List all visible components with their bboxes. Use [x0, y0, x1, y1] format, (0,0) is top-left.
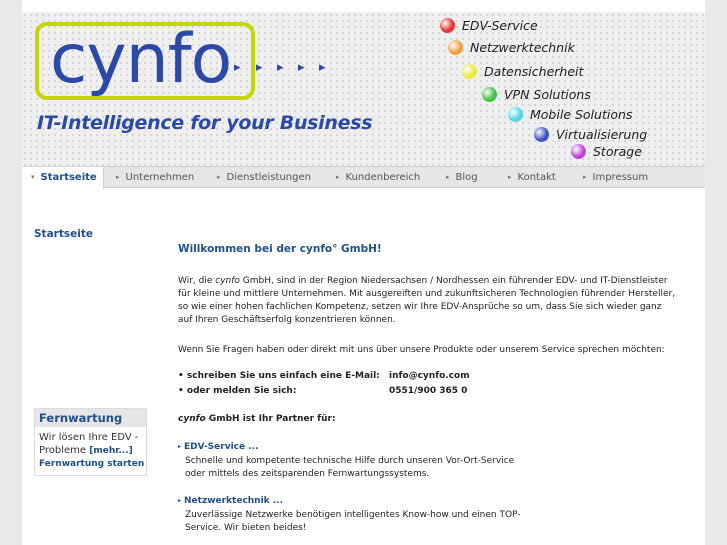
red-dot-icon — [440, 18, 455, 33]
fernwartung-start-link[interactable]: Fernwartung starten — [39, 459, 144, 469]
nav-item-impressum[interactable]: ▸ Impressum — [583, 167, 648, 187]
chevron-right-icon: ▸ — [116, 173, 120, 181]
netzwerktechnik-link[interactable]: ▸ Netzwerktechnik ... — [178, 496, 283, 506]
logo[interactable]: cynfo — [50, 24, 232, 96]
service-label: Netzwerktechnik — [470, 40, 575, 55]
arrow-icon: ▸ — [319, 60, 326, 75]
arrow-icon: ▸ — [298, 60, 305, 75]
edv-service-link[interactable]: ▸ EDV-Service ... — [178, 442, 259, 452]
edv-service-desc: Schnelle und kompetente technische Hilfe… — [185, 456, 515, 479]
service-label: Datensicherheit — [484, 64, 584, 79]
contact-intro: Wenn Sie Fragen haben oder direkt mit un… — [178, 345, 665, 355]
chevron-right-icon: ▸ — [446, 173, 450, 181]
fernwartung-title: Fernwartung — [35, 409, 146, 427]
partner-brand: cynfo — [178, 414, 206, 424]
intro-lead: Wir, die — [178, 276, 216, 286]
nav-label: Unternehmen — [125, 172, 195, 183]
chevron-right-icon: ▸ — [336, 173, 340, 181]
nav-item-dienstleistungen[interactable]: ▸ Dienstleistungen — [217, 167, 311, 187]
nav-item-kontakt[interactable]: ▸ Kontakt — [508, 167, 556, 187]
nav-label: Impressum — [592, 172, 649, 183]
nav-item-blog[interactable]: ▸ Blog — [446, 167, 478, 187]
blue-dot-icon — [534, 127, 549, 142]
welcome-heading: Willkommen bei der cynfo° GmbH! — [178, 243, 382, 255]
netzwerktechnik-desc: Zuverlässige Netzwerke benötigen intelli… — [185, 510, 521, 533]
fernwartung-text: Wir lösen Ihre EDV - Probleme [mehr...] — [39, 431, 147, 458]
header-banner: cynfo ▸ ▸ ▸ ▸ ▸ IT-Intelligence for your… — [22, 12, 705, 168]
purple-dot-icon — [571, 144, 586, 159]
intro-brand: cynfo — [215, 276, 240, 286]
email-link[interactable]: info@cynfo.com — [389, 370, 470, 383]
arrow-icon: ▸ — [256, 60, 263, 75]
yellow-dot-icon — [462, 64, 477, 79]
intro-paragraph: Wir, die cynfo GmbH, sind in der Region … — [178, 275, 676, 327]
chevron-right-icon: ▸ — [508, 173, 512, 181]
orange-dot-icon — [448, 40, 463, 55]
partner-rest: GmbH ist Ihr Partner für: — [205, 414, 336, 424]
email-label: • schreiben Sie uns einfach eine E-Mail: — [178, 371, 380, 381]
service-label: EDV-Service — [462, 18, 538, 33]
nav-label: Blog — [455, 172, 478, 183]
chevron-down-icon: ▾ — [31, 173, 35, 181]
more-link[interactable]: [mehr...] — [89, 446, 133, 456]
block-title: EDV-Service ... — [184, 442, 259, 452]
block-title: Netzwerktechnik ... — [184, 496, 284, 506]
phone-label: • oder melden Sie sich: — [178, 386, 297, 396]
chevron-right-icon: ▸ — [178, 497, 182, 504]
phone-number: 0551/900 365 0 — [389, 386, 468, 396]
service-label: Mobile Solutions — [530, 107, 633, 122]
chevron-right-icon: ▸ — [217, 173, 221, 181]
nav-item-unternehmen[interactable]: ▸ Unternehmen — [116, 167, 194, 187]
service-label: VPN Solutions — [504, 87, 591, 102]
green-dot-icon — [482, 87, 497, 102]
chevron-right-icon: ▸ — [178, 443, 182, 450]
nav-label: Kundenbereich — [345, 172, 421, 183]
fernwartung-box: Fernwartung Wir lösen Ihre EDV - Problem… — [34, 408, 147, 476]
nav-label: Kontakt — [517, 172, 556, 183]
arrow-icon: ▸ — [234, 60, 241, 75]
sidebar-title: Startseite — [34, 228, 93, 240]
partner-heading: cynfo GmbH ist Ihr Partner für: — [178, 413, 336, 426]
arrow-icon: ▸ — [277, 60, 284, 75]
main-nav: ▾ Startseite ▸ Unternehmen ▸ Dienstleistung… — [22, 166, 705, 189]
page: cynfo ▸ ▸ ▸ ▸ ▸ IT-Intelligence for your… — [22, 0, 705, 545]
nav-label: Dienstleistungen — [226, 172, 311, 183]
chevron-right-icon: ▸ — [583, 173, 587, 181]
tagline: IT-Intelligence for your Business — [37, 112, 373, 134]
cyan-dot-icon — [508, 107, 523, 122]
nav-label: Startseite — [40, 172, 97, 183]
nav-item-kundenbereich[interactable]: ▸ Kundenbereich — [336, 167, 420, 187]
nav-item-startseite[interactable]: ▾ Startseite — [22, 167, 104, 189]
intro-rest: GmbH, sind in der Region Niedersachsen /… — [178, 276, 676, 325]
service-label: Storage — [593, 144, 642, 159]
service-label: Virtualisierung — [556, 127, 648, 142]
